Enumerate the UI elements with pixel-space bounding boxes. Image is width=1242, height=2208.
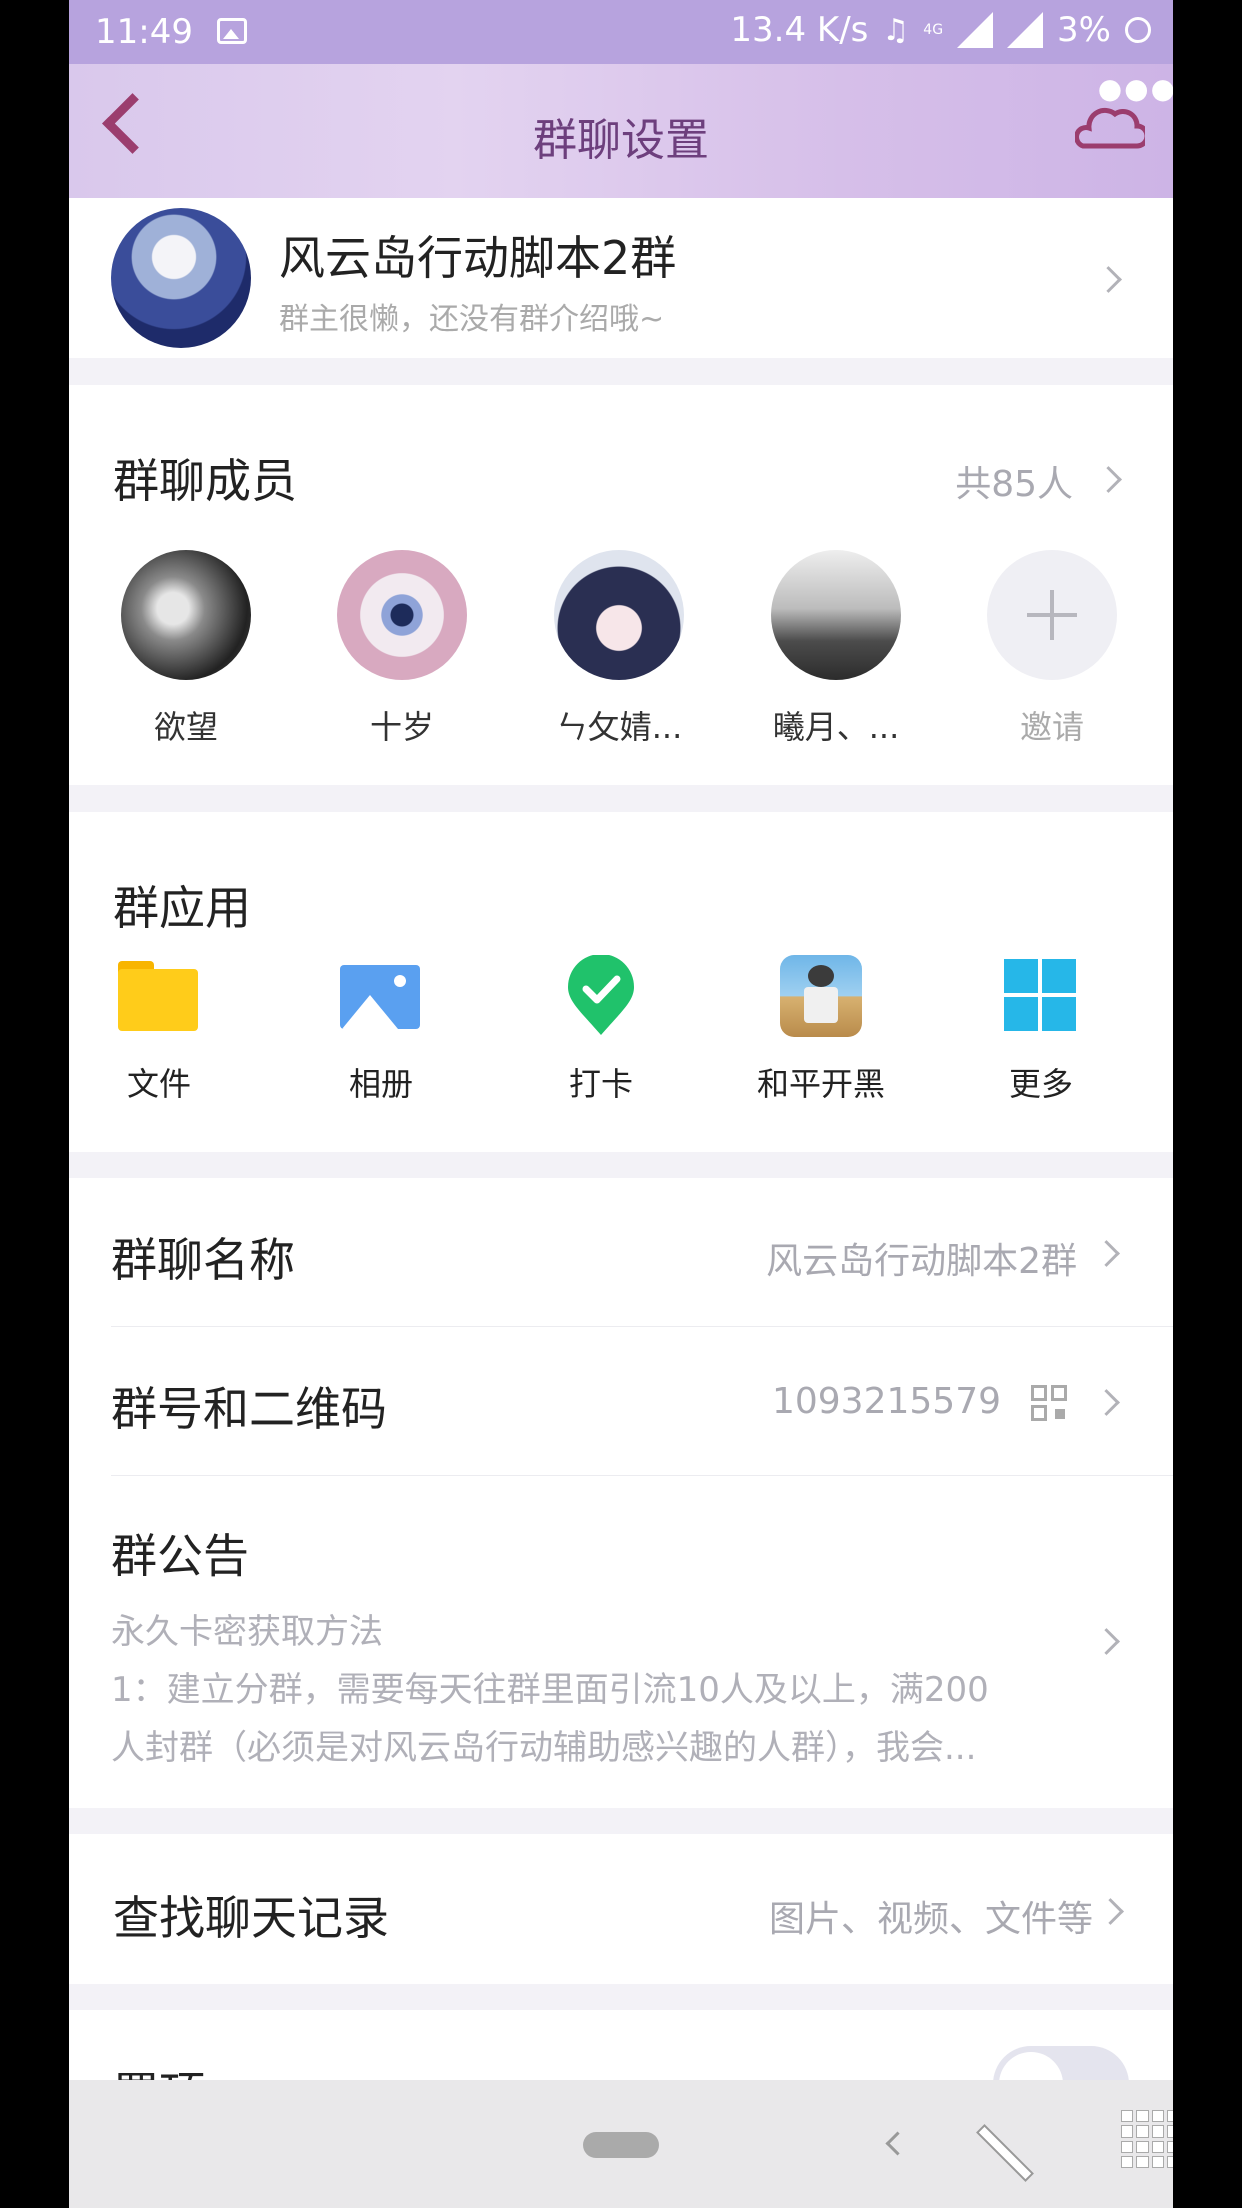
invite-button[interactable]: 邀请 [987,550,1117,748]
group-name-label: 群聊名称 [111,1233,295,1287]
headphone-icon: ♫ [882,12,910,48]
phone-screen: 11:49 13.4 K/s ♫ 4G 3% 群聊设置 ●●● 风云岛行动脚本2… [69,0,1173,2208]
member-item[interactable]: 欲望 [121,550,251,748]
cloud-icon[interactable] [1075,106,1145,152]
app-item-checkin[interactable]: 打卡 [511,954,691,1105]
more-dots-icon[interactable]: ●●● [1098,72,1173,105]
member-avatar [121,550,251,680]
announcement-row[interactable]: 群公告 永久卡密获取方法 1：建立分群，需要每天往群里面引流10人及以上，满20… [69,1476,1173,1808]
app-name: 打卡 [568,1065,633,1103]
announcement-label: 群公告 [111,1529,249,1583]
status-right: 13.4 K/s ♫ 4G 3% [730,10,1151,50]
game-icon [780,955,862,1037]
check-in-icon [560,954,642,1037]
search-history-value: 图片、视频、文件等 [768,1899,1093,1940]
member-count[interactable]: 共85人 [955,455,1073,507]
nav-back-icon[interactable] [885,2131,910,2156]
header-bar: 群聊设置 ●●● [69,64,1173,198]
grid-more-icon [1000,955,1082,1037]
network-type: 4G [923,22,944,38]
member-avatar [337,550,467,680]
network-speed: 13.4 K/s [730,10,869,50]
group-name: 风云岛行动脚本2群 [279,231,677,285]
settings-card: 群聊名称 风云岛行动脚本2群 群号和二维码 1093215579 群公告 永久卡… [69,1178,1173,1808]
image-notification-icon [217,18,247,44]
member-name: ㄣ攵婧... [555,708,683,746]
invite-label: 邀请 [1019,708,1084,746]
member-item[interactable]: 曦月、... [771,550,901,748]
home-pill[interactable] [583,2132,659,2158]
group-intro: 群主很懒，还没有群介绍哦~ [279,302,665,337]
group-profile-card[interactable]: 风云岛行动脚本2群 群主很懒，还没有群介绍哦~ [69,198,1173,358]
folder-icon [118,955,200,1037]
members-label: 群聊成员 [113,454,297,508]
group-id-value: 1093215579 [771,1381,1001,1422]
app-item-more[interactable]: 更多 [951,955,1131,1105]
chevron-right-icon [1093,1240,1120,1267]
photo-album-icon [340,955,422,1037]
battery-icon [1125,17,1151,43]
app-name: 和平开黑 [756,1065,885,1103]
member-item[interactable]: 十岁 [337,550,467,748]
signal-icon [957,12,994,48]
app-item-album[interactable]: 相册 [291,955,471,1105]
qr-code-icon [1031,1385,1067,1421]
plus-icon [987,550,1117,680]
status-time: 11:49 [95,12,193,52]
app-item-files[interactable]: 文件 [69,955,249,1105]
app-name: 相册 [348,1065,413,1103]
announcement-line2: 1：建立分群，需要每天往群里面引流10人及以上，满200 [111,1670,989,1710]
group-name-row[interactable]: 群聊名称 风云岛行动脚本2群 [69,1178,1173,1326]
app-item-game[interactable]: 和平开黑 [731,955,911,1105]
apps-label: 群应用 [113,881,251,935]
chevron-right-icon [1095,466,1122,493]
member-name: 曦月、... [772,708,900,746]
announcement-line1: 永久卡密获取方法 [111,1612,383,1652]
member-name: 欲望 [153,708,218,746]
chevron-right-icon [1097,1898,1124,1925]
battery-level: 3% [1057,10,1111,50]
search-history-label: 查找聊天记录 [113,1891,389,1945]
group-name-value: 风云岛行动脚本2群 [766,1241,1077,1282]
member-avatar [554,550,684,680]
page-title: 群聊设置 [533,115,709,166]
group-id-row[interactable]: 群号和二维码 1093215579 [69,1327,1173,1475]
group-id-label: 群号和二维码 [111,1382,387,1436]
system-nav-bar [69,2080,1173,2208]
app-name: 更多 [1008,1065,1073,1103]
group-avatar [111,208,251,348]
member-name: 十岁 [369,708,434,746]
status-bar: 11:49 13.4 K/s ♫ 4G 3% [69,0,1173,64]
keyboard-grid-icon[interactable] [1121,2110,1173,2168]
member-item[interactable]: ㄣ攵婧... [554,550,684,748]
member-avatar [771,550,901,680]
signal-icon-2 [1007,12,1044,48]
chevron-right-icon [1095,266,1122,293]
announcement-line3: 人封群（必须是对风云岛行动辅助感兴趣的人群），我会... [111,1728,977,1768]
magic-wand-icon[interactable] [969,2112,1039,2182]
search-history-card[interactable]: 查找聊天记录 图片、视频、文件等 [69,1834,1173,1984]
chevron-right-icon [1093,1628,1120,1655]
app-name: 文件 [126,1065,191,1103]
chevron-right-icon [1093,1389,1120,1416]
